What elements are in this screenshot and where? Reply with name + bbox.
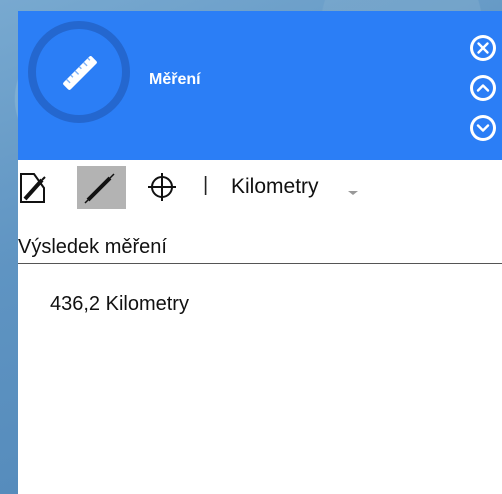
chevron-down-icon: [348, 191, 358, 195]
measurement-toolbar: | Kilometry: [18, 161, 502, 209]
distance-measure-icon: [84, 173, 115, 204]
area-measure-icon: [20, 173, 46, 203]
unit-select-value: Kilometry: [231, 175, 319, 198]
panel-header: Měření: [18, 11, 502, 160]
toolbar-separator: |: [203, 174, 209, 196]
unit-select[interactable]: Kilometry: [227, 172, 367, 204]
measurement-result: 436,2 Kilometry: [50, 293, 189, 315]
location-button[interactable]: [138, 166, 187, 209]
chevron-up-icon: [470, 75, 496, 101]
distance-measure-button[interactable]: [77, 166, 126, 209]
close-icon: [470, 35, 496, 61]
ruler-icon-badge: [28, 21, 130, 123]
result-divider: [18, 263, 502, 264]
location-crosshair-icon: [148, 173, 176, 201]
chevron-down-icon: [470, 115, 496, 141]
panel-title: Měření: [149, 71, 201, 88]
ruler-icon: [63, 56, 97, 90]
close-button[interactable]: [470, 35, 496, 61]
area-measure-button[interactable]: [18, 166, 67, 209]
measurement-panel: Měření | Kilometry Výsledek měření 436,2…: [18, 11, 502, 494]
result-heading: Výsledek měření: [18, 236, 167, 258]
collapse-button[interactable]: [470, 75, 496, 101]
expand-button[interactable]: [470, 115, 496, 141]
